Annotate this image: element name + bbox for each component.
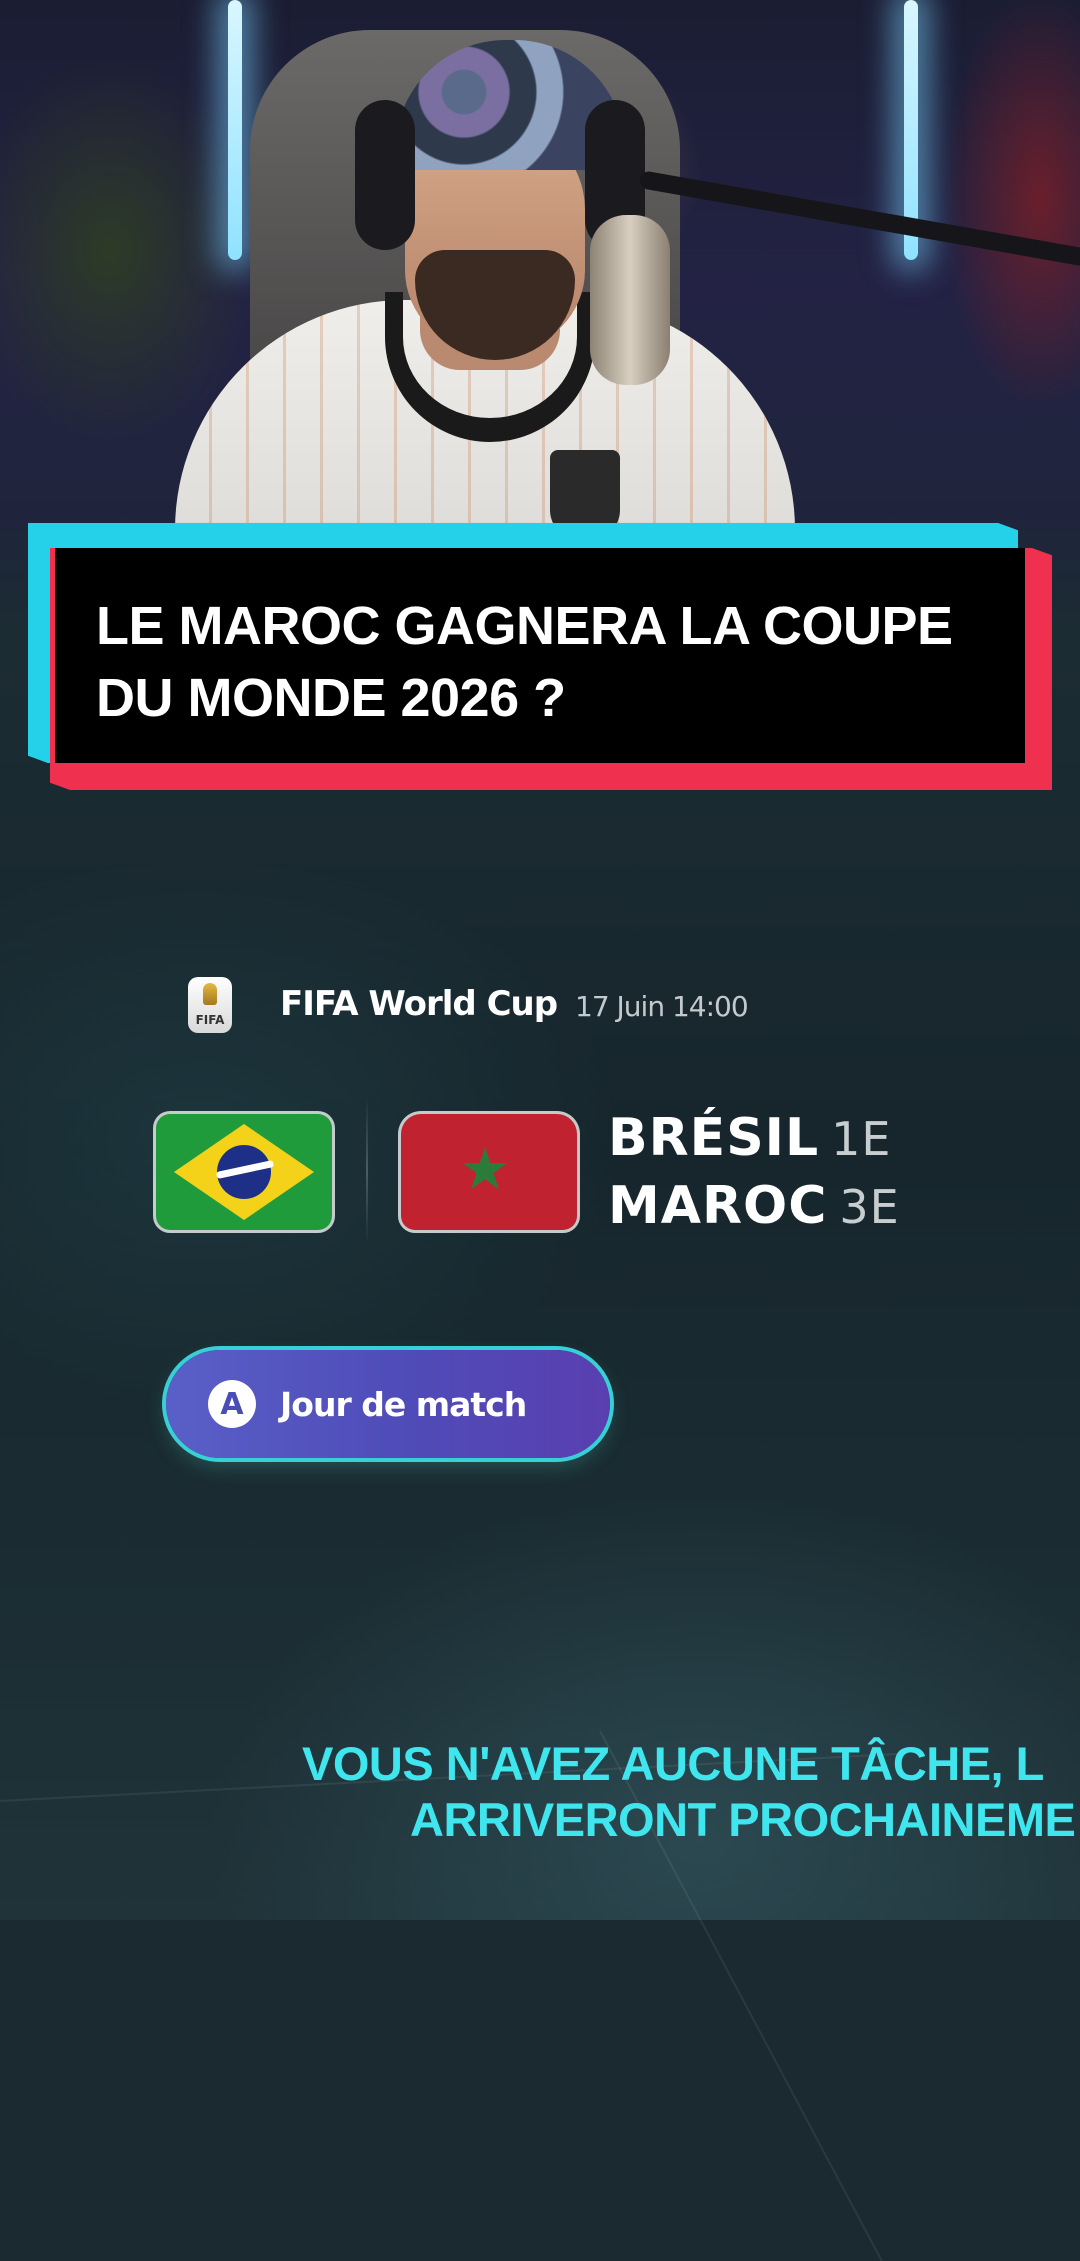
question-line-2: DU MONDE 2026 ? — [96, 668, 566, 728]
away-team-row: MAROC 3E — [608, 1176, 900, 1236]
star-icon: ★ — [459, 1135, 511, 1203]
competition-logo-text: FIFA — [195, 1013, 225, 1027]
question-text: LE MAROC GAGNERA LA COUPE DU MONDE 2026 … — [96, 590, 996, 734]
competition-name: FIFA World Cup — [280, 984, 558, 1024]
microphone-icon — [590, 215, 670, 385]
trophy-icon — [203, 983, 217, 1005]
match-day-label: Jour de match — [280, 1384, 527, 1424]
no-tasks-notice: VOUS N'AVEZ AUCUNE TÂCHE, L ARRIVERONT P… — [0, 1736, 1080, 1846]
world-cup-logo-icon: FIFA — [188, 977, 232, 1033]
match-date: 17 Juin 14:00 — [575, 990, 749, 1023]
away-team-rank: 3E — [839, 1180, 900, 1234]
morocco-flag-icon: ★ — [401, 1114, 577, 1230]
game-background — [0, 640, 1080, 2261]
away-team-name: MAROC — [608, 1176, 828, 1236]
team-divider — [366, 1095, 368, 1245]
a-button-icon: A — [208, 1380, 256, 1428]
home-team-name: BRÉSIL — [608, 1108, 820, 1168]
neon-light-left — [228, 0, 242, 260]
headphone-left — [355, 100, 415, 250]
mic-arm — [638, 170, 1080, 268]
notice-line-2: ARRIVERONT PROCHAINEME — [410, 1793, 1076, 1846]
brazil-flag-icon — [156, 1114, 332, 1230]
question-line-1: LE MAROC GAGNERA LA COUPE — [96, 596, 953, 656]
notice-line-1: VOUS N'AVEZ AUCUNE TÂCHE, L — [302, 1737, 1044, 1790]
home-team-row: BRÉSIL 1E — [608, 1108, 891, 1168]
home-team-rank: 1E — [831, 1112, 892, 1166]
match-day-button[interactable]: A Jour de match — [166, 1350, 610, 1458]
